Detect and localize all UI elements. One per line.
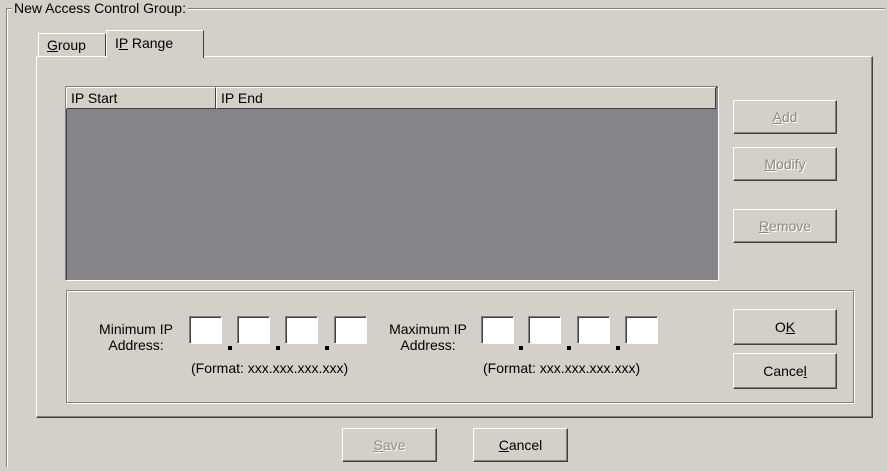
frame-cancel-button-mnemonic: l — [803, 363, 807, 379]
min-ip-format-hint: (Format: xxx.xxx.xxx.xxx) — [191, 360, 349, 376]
tab-ip-range-mnemonic: P — [118, 35, 128, 51]
min-ip-octet-1[interactable] — [189, 316, 222, 344]
max-ip-octet-4[interactable] — [625, 316, 658, 344]
ok-button-mnemonic: K — [785, 319, 796, 335]
min-ip-separator-3 — [325, 346, 329, 350]
min-ip-octet-2[interactable] — [237, 316, 270, 344]
ok-button-label: O — [774, 319, 786, 335]
ip-range-list-header: IP Start IP End — [66, 87, 716, 109]
tab-ip-range[interactable]: IP Range — [106, 30, 204, 58]
max-ip-separator-2 — [567, 346, 571, 350]
max-ip-octet-3[interactable] — [577, 316, 610, 344]
min-ip-octet-4[interactable] — [334, 316, 367, 344]
tab-ip-range-label: Range — [127, 35, 174, 51]
remove-button-mnemonic: R — [758, 218, 770, 234]
frame-cancel-button[interactable]: Cancel — [733, 353, 837, 389]
column-header-ip-end[interactable]: IP End — [216, 87, 716, 109]
max-ip-separator-1 — [519, 346, 523, 350]
min-ip-separator-2 — [276, 346, 280, 350]
maximum-ip-label-line1: Maximum IP — [389, 321, 467, 337]
max-ip-octet-2[interactable] — [528, 316, 561, 344]
minimum-ip-label-line2: Address: — [108, 337, 164, 353]
modify-button-mnemonic: M — [764, 156, 777, 172]
modify-button-label: odify — [776, 156, 806, 172]
max-ip-separator-3 — [616, 346, 620, 350]
ip-range-list[interactable] — [65, 86, 719, 281]
column-header-ip-start[interactable]: IP Start — [66, 87, 216, 109]
maximum-ip-label: Maximum IP Address: — [378, 321, 478, 353]
frame-cancel-button-label: Cance — [763, 363, 804, 379]
add-button-mnemonic: A — [772, 109, 782, 125]
add-button-label: dd — [781, 109, 798, 125]
remove-button-label: emove — [769, 218, 812, 234]
add-button[interactable]: Add — [733, 100, 837, 134]
ok-button[interactable]: OK — [733, 309, 837, 345]
save-button-mnemonic: S — [373, 437, 383, 453]
max-ip-octet-1[interactable] — [481, 316, 514, 344]
cancel-button[interactable]: Cancel — [473, 428, 568, 462]
minimum-ip-label: Minimum IP Address: — [86, 321, 186, 353]
modify-button[interactable]: Modify — [733, 147, 837, 181]
minimum-ip-label-line1: Minimum IP — [99, 321, 173, 337]
tab-group[interactable]: Group — [38, 33, 106, 56]
save-button[interactable]: Save — [342, 428, 437, 462]
group-box-title: New Access Control Group: — [12, 0, 188, 16]
max-ip-format-hint: (Format: xxx.xxx.xxx.xxx) — [483, 360, 641, 376]
save-button-label: ave — [382, 437, 406, 453]
cancel-button-label: ancel — [508, 437, 543, 453]
maximum-ip-label-line2: Address: — [400, 337, 456, 353]
min-ip-separator-1 — [228, 346, 232, 350]
min-ip-octet-3[interactable] — [285, 316, 318, 344]
tab-group-label: roup — [57, 37, 86, 53]
tab-group-mnemonic: G — [47, 37, 58, 53]
cancel-button-mnemonic: C — [498, 437, 509, 453]
remove-button[interactable]: Remove — [733, 209, 837, 243]
